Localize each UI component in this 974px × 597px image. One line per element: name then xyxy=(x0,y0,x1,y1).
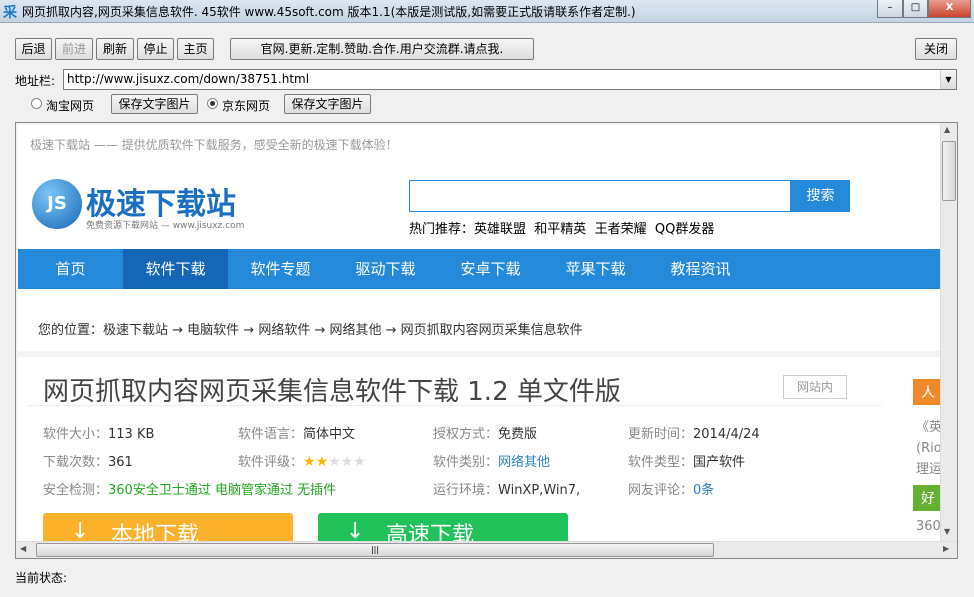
home-button[interactable]: 主页 xyxy=(177,38,214,60)
star-icon: ★ xyxy=(353,454,366,470)
promo-button[interactable]: 官网.更新.定制.赞助.合作.用户交流群.请点我. xyxy=(230,38,534,60)
info-label: 软件类型： xyxy=(628,455,694,470)
hot-label: 热门推荐： xyxy=(409,222,475,237)
side-tag-popular[interactable]: 人气 xyxy=(913,379,940,421)
star-icon: ★ xyxy=(315,454,329,470)
nav-drivers[interactable]: 驱动下载 xyxy=(333,249,438,289)
info-security: 360安全卫士通过 电脑管家通过 无插件 xyxy=(108,483,337,498)
software-title: 网页抓取内容网页采集信息软件下载 1.2 单文件版 xyxy=(43,377,621,407)
site-logo-name[interactable]: 极速下载站 xyxy=(86,179,236,223)
nav-topics[interactable]: 软件专题 xyxy=(228,249,333,289)
site-nav: 首页 软件下载 软件专题 驱动下载 安卓下载 苹果下载 教程资讯 xyxy=(18,249,940,289)
site-header: 极速下载站 —— 提供优质软件下载服务，感受全新的极速下载体验！ JS 极速下载… xyxy=(18,125,940,329)
info-label: 软件语言： xyxy=(238,427,304,442)
stop-button[interactable]: 停止 xyxy=(137,38,174,60)
save-jd-button[interactable]: 保存文字图片 xyxy=(284,94,371,114)
refresh-button[interactable]: 刷新 xyxy=(96,38,134,60)
minimize-button[interactable]: – xyxy=(877,0,903,18)
info-date: 2014/4/24 xyxy=(693,427,760,442)
vertical-scrollbar[interactable]: ▲ ▼ xyxy=(940,123,957,541)
info-env: WinXP,Win7, xyxy=(498,483,581,498)
site-logo-icon[interactable]: JS xyxy=(32,179,82,229)
star-icon: ★ xyxy=(328,454,341,470)
address-label: 地址栏: xyxy=(15,74,56,88)
hot-link[interactable]: QQ群发器 xyxy=(655,222,714,237)
maximize-button[interactable]: □ xyxy=(903,0,928,18)
dropdown-arrow-icon[interactable]: ▼ xyxy=(940,70,956,89)
info-license: 免费版 xyxy=(498,427,538,442)
side-tag-rating[interactable]: 好评 xyxy=(913,485,940,527)
info-size: 113 KB xyxy=(108,427,155,442)
info-comments[interactable]: 0条 xyxy=(693,483,714,498)
info-label: 网友评论： xyxy=(628,483,694,498)
site-search-input[interactable] xyxy=(409,180,791,212)
nav-apple[interactable]: 苹果下载 xyxy=(543,249,648,289)
save-taobao-button[interactable]: 保存文字图片 xyxy=(111,94,198,114)
nav-tutorials[interactable]: 教程资讯 xyxy=(648,249,753,289)
info-label: 运行环境： xyxy=(433,483,499,498)
close-button[interactable]: 关闭 xyxy=(915,38,957,60)
app-icon: 采 xyxy=(3,5,17,21)
scroll-right-icon[interactable]: ▶ xyxy=(943,544,949,553)
back-button[interactable]: 后退 xyxy=(15,38,52,60)
scroll-up-icon[interactable]: ▲ xyxy=(944,125,950,134)
star-icon: ★ xyxy=(340,454,354,470)
hot-link[interactable]: 王者荣耀 xyxy=(595,222,647,237)
taobao-label: 淘宝网页 xyxy=(46,99,95,113)
browser-view: 极速下载站 —— 提供优质软件下载服务，感受全新的极速下载体验！ JS 极速下载… xyxy=(15,122,958,559)
forward-button[interactable]: 前进 xyxy=(55,38,93,60)
info-label: 授权方式： xyxy=(433,427,499,442)
nav-home[interactable]: 首页 xyxy=(18,249,123,289)
vertical-scroll-thumb[interactable] xyxy=(942,141,956,201)
info-label: 更新时间： xyxy=(628,427,694,442)
side-text: 360 xyxy=(916,519,940,534)
scroll-left-icon[interactable]: ◀ xyxy=(20,544,26,553)
scroll-down-icon[interactable]: ▼ xyxy=(944,527,950,536)
hot-link[interactable]: 和平精英 xyxy=(534,222,586,237)
info-label: 软件评级： xyxy=(238,455,304,470)
divider xyxy=(28,405,882,406)
info-category[interactable]: 网络其他 xyxy=(498,455,550,470)
jd-label: 京东网页 xyxy=(222,99,271,113)
jd-radio[interactable] xyxy=(207,98,218,109)
software-detail: 网页抓取内容网页采集信息软件下载 1.2 单文件版 网站内 软件大小：113 K… xyxy=(18,357,940,553)
hot-link[interactable]: 英雄联盟 xyxy=(474,222,526,237)
nav-android[interactable]: 安卓下载 xyxy=(438,249,543,289)
site-search-button[interactable]: 搜索 xyxy=(791,180,850,212)
site-logo-sub: 免费资源下载网站 — www.jisuxz.com xyxy=(86,221,245,231)
address-input[interactable]: http://www.jisuxz.com/down/38751.html ▼ xyxy=(63,69,957,90)
horizontal-scroll-thumb[interactable]: ||| xyxy=(36,543,714,557)
info-label: 软件类别： xyxy=(433,455,499,470)
breadcrumb-text: 您的位置：极速下载站 → 电脑软件 → 网络软件 → 网络其他 → 网页抓取内容… xyxy=(38,323,583,338)
site-tagline: 极速下载站 —— 提供优质软件下载服务，感受全新的极速下载体验！ xyxy=(30,138,398,152)
title-bar: 采 网页抓取内容,网页采集信息软件. 45软件 www.45soft.com 版… xyxy=(0,0,974,23)
info-label: 下载次数： xyxy=(43,455,109,470)
info-label: 安全检测： xyxy=(43,483,109,498)
horizontal-scrollbar[interactable]: ◀ ||| ▶ xyxy=(16,541,957,558)
side-text: 《英 (Rio 理运 xyxy=(916,420,940,477)
info-label: 软件大小： xyxy=(43,427,109,442)
taobao-radio[interactable] xyxy=(31,98,42,109)
window-title: 网页抓取内容,网页采集信息软件. 45软件 www.45soft.com 版本1… xyxy=(22,5,636,19)
close-window-button[interactable]: X xyxy=(928,0,971,18)
star-icon: ★ xyxy=(303,454,316,470)
address-value: http://www.jisuxz.com/down/38751.html xyxy=(67,72,310,86)
site-search-toggle[interactable]: 网站内 xyxy=(783,375,847,399)
status-label: 当前状态: xyxy=(15,571,68,585)
info-language: 简体中文 xyxy=(303,427,356,442)
breadcrumb: 您的位置：极速下载站 → 电脑软件 → 网络软件 → 网络其他 → 网页抓取内容… xyxy=(18,307,940,351)
nav-software[interactable]: 软件下载 xyxy=(123,249,228,289)
rating-stars: ★★★★★ xyxy=(303,454,366,470)
info-type: 国产软件 xyxy=(693,455,746,470)
side-column: 人气 《英 (Rio 理运 好评 360 xyxy=(913,123,940,541)
info-downloads: 361 xyxy=(108,455,133,470)
hot-links: 热门推荐：英雄联盟 和平精英 王者荣耀 QQ群发器 xyxy=(409,218,714,237)
